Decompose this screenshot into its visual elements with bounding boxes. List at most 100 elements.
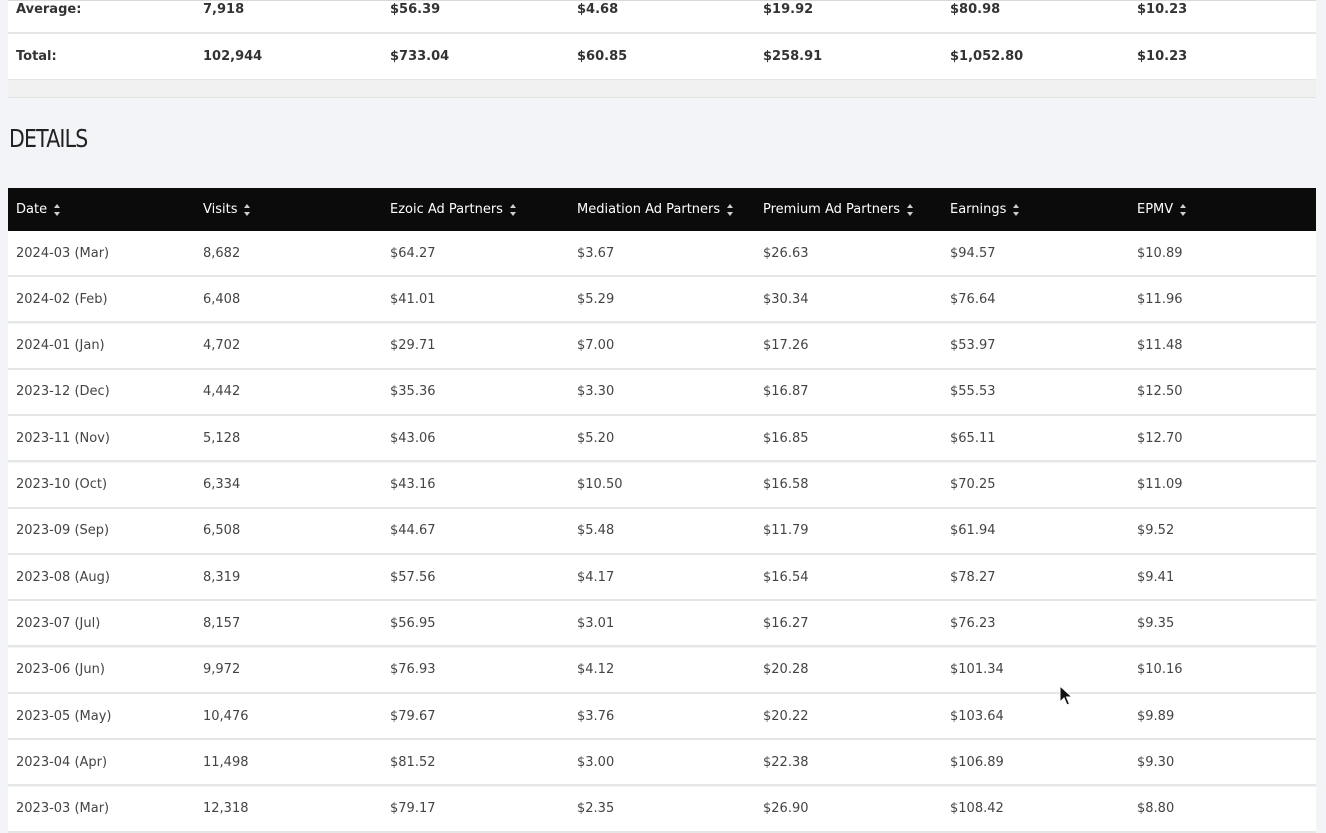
cell-date: 2023-11 (Nov) (16, 430, 110, 446)
table-header: Date Visits Ezoic Ad Partners Mediation … (8, 188, 1316, 231)
cell-epmv: $9.52 (1137, 523, 1175, 539)
cell-ezoic: $79.17 (390, 801, 436, 817)
column-header-label: Premium Ad Partners (763, 202, 901, 217)
cell-earnings: $108.42 (950, 801, 1004, 817)
summary-earnings: $1,052.80 (950, 49, 1024, 64)
cell-visits: 8,157 (203, 615, 241, 631)
cell-ezoic: $43.06 (390, 430, 436, 446)
cell-date: 2024-02 (Feb) (16, 291, 108, 307)
column-header-mediation-ad-partners[interactable]: Mediation Ad Partners (577, 188, 734, 231)
cell-premium: $20.22 (763, 708, 809, 724)
cell-date: 2023-06 (Jun) (16, 662, 105, 678)
cell-ezoic: $56.95 (390, 615, 436, 631)
column-header-premium-ad-partners[interactable]: Premium Ad Partners (763, 188, 914, 231)
table-row: 2024-03 (Mar) 8,682 $64.27 $3.67 $26.63 $94.5… (8, 231, 1316, 277)
cell-date: 2023-07 (Jul) (16, 615, 101, 631)
summary-premium: $19.92 (763, 2, 814, 17)
cell-epmv: $9.30 (1137, 754, 1175, 770)
cell-earnings: $101.34 (950, 662, 1004, 678)
cell-visits: 6,408 (203, 291, 241, 307)
sort-icon[interactable] (1013, 202, 1020, 218)
cell-earnings: $78.27 (950, 569, 996, 585)
cell-ezoic: $64.27 (390, 245, 436, 261)
table-row: 2023-09 (Sep) 6,508 $44.67 $5.48 $11.79 $61.9… (8, 508, 1316, 555)
cell-epmv: $9.41 (1137, 569, 1175, 585)
cell-ezoic: $79.67 (390, 708, 436, 724)
cell-earnings: $94.57 (950, 245, 996, 261)
summary-panel: Average: 7,918 $56.39 $4.68 $19.92 $80.9… (8, 0, 1316, 81)
cell-epmv: $11.96 (1137, 291, 1183, 307)
cell-earnings: $103.64 (950, 708, 1004, 724)
column-header-label: Ezoic Ad Partners (390, 202, 503, 217)
cell-mediation: $5.20 (577, 430, 615, 446)
cell-date: 2023-05 (May) (16, 708, 112, 724)
cell-visits: 11,498 (203, 754, 249, 770)
cell-premium: $17.26 (763, 338, 809, 354)
column-header-label: Earnings (950, 202, 1007, 217)
cell-mediation: $3.01 (577, 615, 615, 631)
column-header-label: EPMV (1137, 202, 1174, 217)
cell-mediation: $3.30 (577, 384, 615, 400)
cell-earnings: $55.53 (950, 384, 996, 400)
cell-mediation: $7.00 (577, 338, 615, 354)
cell-premium: $22.38 (763, 754, 809, 770)
cell-date: 2023-04 (Apr) (16, 754, 108, 770)
table-row: 2023-12 (Dec) 4,442 $35.36 $3.30 $16.87 $55.5… (8, 369, 1316, 416)
cell-ezoic: $35.36 (390, 384, 436, 400)
cell-premium: $26.90 (763, 801, 809, 817)
cell-visits: 8,319 (203, 569, 241, 585)
sort-icon[interactable] (54, 202, 61, 218)
column-header-label: Visits (203, 202, 238, 217)
cell-visits: 8,682 (203, 245, 241, 261)
table-row: 2024-01 (Jan) 4,702 $29.71 $7.00 $17.26 $53.9… (8, 323, 1316, 370)
cell-date: 2024-03 (Mar) (16, 245, 110, 261)
cell-visits: 5,128 (203, 430, 241, 446)
cell-earnings: $53.97 (950, 338, 996, 354)
summary-epmv: $10.23 (1137, 2, 1188, 17)
cell-date: 2023-12 (Dec) (16, 384, 110, 400)
sort-icon[interactable] (907, 202, 914, 218)
column-header-ezoic-ad-partners[interactable]: Ezoic Ad Partners (390, 188, 517, 231)
cell-mediation: $5.48 (577, 523, 615, 539)
summary-visits: 7,918 (203, 2, 245, 17)
sort-icon[interactable] (509, 202, 517, 218)
cell-premium: $30.34 (763, 291, 809, 307)
cell-premium: $11.79 (763, 523, 809, 539)
sort-icon[interactable] (1180, 202, 1187, 218)
table-row: 2024-02 (Feb) 6,408 $41.01 $5.29 $30.34 $76.6… (8, 277, 1316, 324)
cell-earnings: $76.64 (950, 291, 996, 307)
cell-mediation: $2.35 (577, 801, 615, 817)
cell-mediation: $10.50 (577, 477, 623, 492)
cell-date: 2024-01 (Jan) (16, 338, 105, 354)
column-header-visits[interactable]: Visits (203, 188, 251, 231)
summary-label: Average: (16, 2, 82, 17)
cell-earnings: $70.25 (950, 477, 996, 492)
sort-icon[interactable] (244, 202, 251, 218)
cell-mediation: $4.12 (577, 662, 615, 678)
column-header-label: Mediation Ad Partners (577, 202, 721, 217)
cell-earnings: $65.11 (950, 430, 996, 446)
cell-premium: $26.63 (763, 245, 809, 261)
summary-mediation: $4.68 (577, 2, 619, 17)
cell-epmv: $12.70 (1137, 430, 1183, 446)
cell-visits: 4,442 (203, 384, 241, 400)
column-header-earnings[interactable]: Earnings (950, 188, 1020, 231)
table-row: 2023-10 (Oct) 6,334 $43.16 $10.50 $16.58 $70.… (8, 462, 1316, 509)
cell-visits: 12,318 (203, 801, 249, 817)
cell-premium: $16.58 (763, 477, 809, 492)
cell-epmv: $9.35 (1137, 615, 1175, 631)
summary-ezoic: $56.39 (390, 2, 441, 17)
summary-footer (8, 80, 1316, 98)
cell-premium: $20.28 (763, 662, 809, 678)
cell-premium: $16.85 (763, 430, 809, 446)
cell-mediation: $3.76 (577, 708, 615, 724)
cell-visits: 6,334 (203, 477, 241, 492)
summary-row-total: Total: 102,944 $733.04 $60.85 $258.91 $1… (8, 34, 1316, 81)
sort-icon[interactable] (727, 202, 734, 218)
column-header-date[interactable]: Date (16, 188, 61, 231)
column-header-epmv[interactable]: EPMV (1137, 188, 1187, 231)
cell-visits: 10,476 (203, 708, 249, 724)
cell-premium: $16.27 (763, 615, 809, 631)
cell-visits: 4,702 (203, 338, 241, 354)
cell-premium: $16.54 (763, 569, 809, 585)
